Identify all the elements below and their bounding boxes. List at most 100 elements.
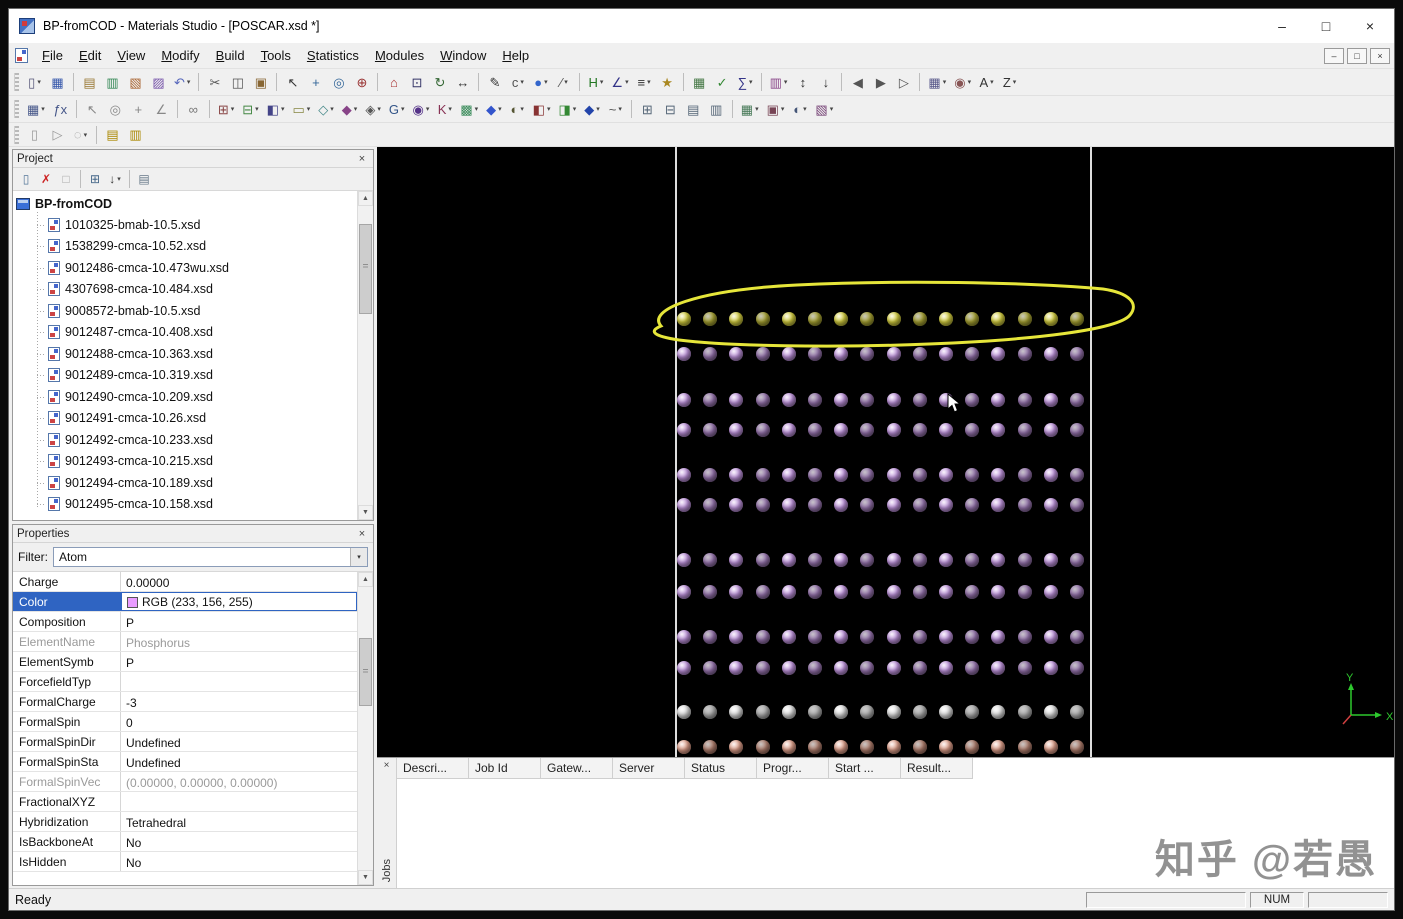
scroll-down-icon[interactable]: ▼ [358,870,373,885]
atom[interactable] [965,312,980,326]
atom[interactable] [965,740,980,754]
align-table-icon[interactable]: ▤ [683,99,704,119]
supercell-icon-dropdown[interactable]: ▾ [255,105,259,113]
atom[interactable] [1017,740,1032,754]
atom[interactable] [860,630,875,644]
atom[interactable] [729,661,744,675]
atom[interactable] [1043,740,1058,754]
atom[interactable] [755,347,770,361]
tree-scrollbar[interactable]: ▲ ▼ [357,191,373,520]
property-value[interactable] [121,792,357,811]
atom[interactable] [860,661,875,675]
cluster-icon[interactable]: K ▾ [434,99,455,119]
menu-item-modules[interactable]: Modules [367,45,432,66]
mdi-restore-button[interactable]: □ [1347,47,1367,64]
property-row[interactable]: IsBackboneAt No [13,832,357,852]
color-by-icon-dropdown[interactable]: ▾ [803,105,807,113]
property-value[interactable]: P [121,652,357,671]
close-button[interactable]: × [1348,11,1392,41]
atom[interactable] [886,423,901,437]
properties-panel-close-icon[interactable]: × [355,528,369,540]
atom[interactable] [781,705,796,719]
atom[interactable] [860,468,875,482]
rotate-view-icon[interactable]: ↻ [429,72,450,92]
next-frame-icon[interactable]: ▶ [870,72,891,92]
pan-tool-icon[interactable]: + [128,99,149,119]
menu-item-edit[interactable]: Edit [71,45,109,66]
atom[interactable] [703,423,718,437]
sort-descending-icon[interactable]: ↓ [815,72,836,92]
table-view-icon[interactable]: ▦ ▾ [925,72,949,92]
element-picker-icon-dropdown[interactable]: ▾ [544,78,548,86]
atom[interactable] [1070,498,1084,512]
tree-item[interactable]: 9012491-cmca-10.26.xsd [16,408,355,430]
orbit-icon[interactable]: ◉ ▾ [409,99,432,119]
atom[interactable] [1070,661,1084,675]
link-files-icon[interactable]: ∞ [183,99,204,119]
atom[interactable] [1043,553,1058,567]
property-label[interactable]: FormalSpinVec [13,772,121,791]
atom[interactable] [1043,661,1058,675]
atom[interactable] [808,705,822,719]
atom[interactable] [677,423,691,437]
vacuum-slab-icon[interactable]: ▭ ▾ [289,99,313,119]
property-value[interactable]: 0.00000 [121,572,357,591]
table-view-icon-dropdown[interactable]: ▾ [943,78,947,86]
atom[interactable] [939,468,953,482]
atom[interactable] [965,705,980,719]
atom[interactable] [912,498,927,512]
print-preview-icon[interactable]: ▥ [102,72,123,92]
atom[interactable] [808,468,822,482]
polyhedra-icon-dropdown[interactable]: ▾ [498,105,502,113]
tree-item[interactable]: 4307698-cmca-10.484.xsd [16,279,355,301]
sort-az-icon-dropdown[interactable]: ▾ [990,78,994,86]
mdi-minimize-button[interactable]: – [1324,47,1344,64]
atom[interactable] [886,705,901,719]
atom[interactable] [1017,423,1032,437]
atom[interactable] [781,393,796,407]
notebook-icon[interactable]: ▤ [102,125,123,145]
property-row[interactable]: FormalSpinSta Undefined [13,752,357,772]
atom[interactable] [1070,553,1084,567]
bond-tool-icon[interactable]: ∕ ▾ [553,72,574,92]
edit-sets-icon[interactable]: ▣ ▾ [764,99,788,119]
group-icon-dropdown[interactable]: ▾ [401,105,405,113]
atom[interactable] [834,630,849,644]
print-icon[interactable]: ▤ [79,72,100,92]
symmetry-icon-dropdown[interactable]: ▾ [354,105,358,113]
property-label[interactable]: Color [13,592,121,611]
atom[interactable] [677,661,691,675]
atom[interactable] [781,553,796,567]
chart-icon-dropdown[interactable]: ▾ [784,78,788,86]
atom[interactable] [965,630,980,644]
toolbar-grip[interactable] [14,73,19,91]
jobs-column-header[interactable]: Result... [901,758,973,779]
calculate-icon[interactable]: ∑ ▾ [735,72,756,92]
property-row[interactable]: FormalSpin 0 [13,712,357,732]
atom[interactable] [677,740,691,754]
atom[interactable] [834,740,849,754]
atom[interactable] [886,498,901,512]
element-picker-icon[interactable]: ● ▾ [530,72,551,92]
atom[interactable] [1017,661,1032,675]
property-row[interactable]: Color RGB (233, 156, 255) [13,592,357,612]
atom[interactable] [677,630,691,644]
zoom-tool-icon[interactable]: ◎ [105,99,126,119]
color-by-icon[interactable]: ◐ ▾ [789,99,810,119]
redefine-lattice-icon-dropdown[interactable]: ▾ [330,105,334,113]
previous-frame-icon[interactable]: ◀ [847,72,868,92]
atom[interactable] [781,468,796,482]
atom[interactable] [677,498,691,512]
atom[interactable] [991,393,1006,407]
atom[interactable] [991,705,1006,719]
grid-view-icon[interactable]: ▥ [706,99,727,119]
mdi-close-button[interactable]: × [1370,47,1390,64]
atom[interactable] [1070,630,1084,644]
property-label[interactable]: IsHidden [13,852,121,871]
atom[interactable] [860,312,875,326]
mesh-icon[interactable]: ▩ ▾ [457,99,481,119]
tree-item[interactable]: 9012494-cmca-10.189.xsd [16,472,355,494]
atom[interactable] [1017,468,1032,482]
atom[interactable] [912,423,927,437]
volume-icon[interactable]: ◆ ▾ [581,99,603,119]
